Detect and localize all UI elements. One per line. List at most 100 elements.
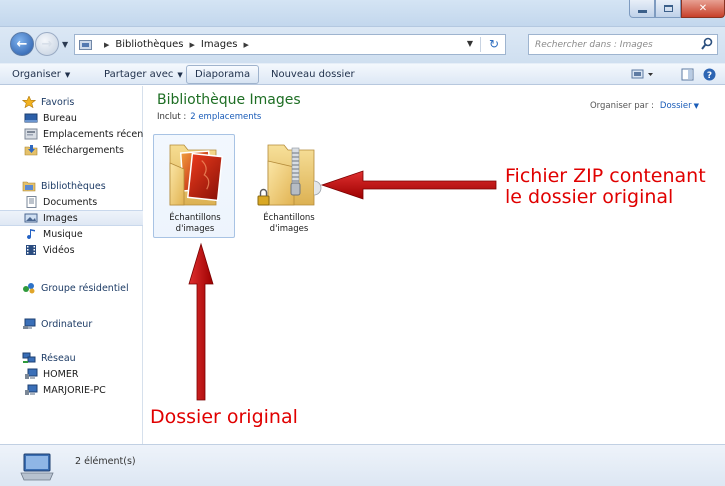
nav-music-label: Musique bbox=[43, 228, 83, 240]
nav-libraries-label: Bibliothèques bbox=[41, 180, 106, 192]
annotation-original: Dossier original bbox=[150, 406, 298, 428]
window-controls: ✕ bbox=[629, 0, 725, 18]
includes-label: Inclut : bbox=[157, 112, 187, 122]
nav-recent-label: Emplacements récents bbox=[43, 128, 143, 140]
forward-button[interactable]: → bbox=[35, 32, 59, 56]
organize-label: Organiser bbox=[12, 69, 61, 80]
images-icon bbox=[24, 212, 38, 224]
nav-images-label: Images bbox=[43, 212, 78, 224]
forward-arrow-icon: → bbox=[41, 36, 53, 52]
item-label-line1: Échantillons bbox=[263, 213, 315, 223]
share-label: Partager avec bbox=[104, 69, 174, 80]
library-includes: Inclut :2 emplacements bbox=[157, 112, 261, 122]
folder-item-original[interactable]: Échantillons d'images bbox=[153, 134, 235, 238]
computer-icon bbox=[24, 384, 38, 396]
star-icon bbox=[21, 95, 37, 109]
nav-desktop-label: Bureau bbox=[43, 112, 77, 124]
chevron-right-icon[interactable]: ▶ bbox=[104, 41, 109, 49]
help-icon[interactable]: ? bbox=[703, 68, 716, 81]
search-input[interactable] bbox=[529, 35, 689, 54]
computer-icon bbox=[22, 318, 36, 330]
nav-videos[interactable]: Vidéos bbox=[0, 242, 143, 258]
library-icon bbox=[79, 39, 92, 50]
arrange-by: Organiser par : Dossier ▼ bbox=[590, 101, 699, 111]
annotation-zip-line1: Fichier ZIP contenant bbox=[505, 165, 706, 187]
nav-desktop[interactable]: Bureau bbox=[0, 110, 143, 126]
chevron-right-icon[interactable]: ▶ bbox=[190, 41, 195, 49]
desktop-icon bbox=[24, 112, 38, 124]
nav-recent-places[interactable]: Emplacements récents bbox=[0, 126, 143, 142]
nav-documents-label: Documents bbox=[43, 196, 98, 208]
nav-documents[interactable]: Documents bbox=[0, 194, 143, 210]
breadcrumb-libraries[interactable]: Bibliothèques bbox=[115, 39, 183, 50]
status-bar: 2 élément(s) bbox=[0, 444, 725, 486]
close-icon: ✕ bbox=[698, 3, 708, 14]
command-bar: Organiser ▼ Partager avec ▼ Diaporama Nouv… bbox=[0, 63, 725, 85]
nav-music[interactable]: Musique bbox=[0, 226, 143, 242]
nav-downloads-label: Téléchargements bbox=[43, 144, 124, 156]
nav-network-label: Réseau bbox=[41, 352, 76, 364]
breadcrumb-images[interactable]: Images bbox=[201, 39, 238, 50]
search-box bbox=[528, 34, 718, 55]
new-folder-button[interactable]: Nouveau dossier bbox=[271, 64, 355, 85]
item-label-line1: Échantillons bbox=[169, 213, 221, 223]
nav-downloads[interactable]: Téléchargements bbox=[0, 142, 143, 158]
svg-text:?: ? bbox=[707, 71, 712, 81]
item-label-line2: d'images bbox=[175, 224, 215, 234]
nav-homegroup[interactable]: Groupe résidentiel bbox=[0, 280, 143, 296]
nav-computer[interactable]: Ordinateur bbox=[0, 316, 143, 332]
nav-homegroup-label: Groupe résidentiel bbox=[41, 282, 129, 294]
nav-homer-label: HOMER bbox=[43, 368, 79, 380]
address-row: ← → ▼ ▶ Bibliothèques ▶ Images ▶ ▼ ↻ bbox=[0, 27, 725, 63]
navigation-pane: Favoris Bureau Emplacements récents Télé… bbox=[0, 86, 143, 444]
includes-link[interactable]: 2 emplacements bbox=[190, 112, 261, 122]
nav-favorites-label: Favoris bbox=[41, 96, 75, 108]
refresh-icon[interactable]: ↻ bbox=[489, 37, 499, 51]
zip-item[interactable]: Échantillons d'images bbox=[247, 134, 329, 238]
close-button[interactable]: ✕ bbox=[681, 0, 725, 18]
nav-network-homer[interactable]: HOMER bbox=[0, 366, 143, 382]
music-icon bbox=[24, 228, 38, 240]
nav-libraries[interactable]: Bibliothèques bbox=[0, 178, 143, 194]
item-count: 2 élément(s) bbox=[75, 456, 136, 467]
maximize-icon bbox=[663, 5, 673, 12]
share-menu[interactable]: Partager avec ▼ bbox=[104, 64, 183, 85]
minimize-button[interactable] bbox=[629, 0, 655, 18]
slideshow-button[interactable]: Diaporama bbox=[186, 65, 260, 84]
organize-menu[interactable]: Organiser ▼ bbox=[12, 64, 70, 85]
maximize-button[interactable] bbox=[655, 0, 681, 18]
computer-icon bbox=[24, 368, 38, 380]
search-icon[interactable] bbox=[701, 37, 713, 51]
back-arrow-icon: ← bbox=[16, 36, 28, 52]
minimize-icon bbox=[637, 9, 647, 13]
nav-network-marjorie[interactable]: MARJORIE-PC bbox=[0, 382, 143, 398]
documents-icon bbox=[24, 196, 38, 208]
library-title: Bibliothèque Images bbox=[157, 92, 301, 108]
libraries-icon bbox=[22, 180, 36, 192]
zip-folder-icon bbox=[257, 144, 322, 206]
nav-network[interactable]: Réseau bbox=[0, 350, 143, 366]
back-button[interactable]: ← bbox=[10, 32, 34, 56]
preview-pane-icon[interactable] bbox=[681, 68, 694, 81]
chevron-right-icon[interactable]: ▶ bbox=[243, 41, 248, 49]
address-bar[interactable]: ▶ Bibliothèques ▶ Images ▶ ▼ ↻ bbox=[74, 34, 506, 55]
folder-item-label: Échantillons d'images bbox=[154, 213, 236, 235]
network-icon bbox=[22, 352, 36, 364]
chevron-down-icon[interactable]: ▼ bbox=[694, 102, 699, 110]
nav-marjorie-label: MARJORIE-PC bbox=[43, 384, 106, 396]
library-large-icon bbox=[20, 453, 54, 481]
annotation-zip: Fichier ZIP contenant le dossier origina… bbox=[505, 166, 706, 208]
picture-folder-icon bbox=[169, 144, 224, 206]
address-divider bbox=[480, 37, 481, 52]
item-label-line2: d'images bbox=[269, 224, 309, 234]
nav-videos-label: Vidéos bbox=[43, 244, 75, 256]
nav-favorites[interactable]: Favoris bbox=[0, 94, 143, 110]
chevron-down-icon: ▼ bbox=[177, 71, 183, 79]
nav-images[interactable]: Images bbox=[0, 210, 143, 226]
recent-places-icon bbox=[24, 128, 38, 140]
arrange-value[interactable]: Dossier bbox=[660, 101, 692, 111]
annotation-zip-line2: le dossier original bbox=[505, 186, 674, 208]
recent-pages-dropdown[interactable]: ▼ bbox=[62, 40, 68, 49]
address-dropdown[interactable]: ▼ bbox=[467, 39, 473, 48]
change-view-icon[interactable] bbox=[631, 68, 655, 81]
